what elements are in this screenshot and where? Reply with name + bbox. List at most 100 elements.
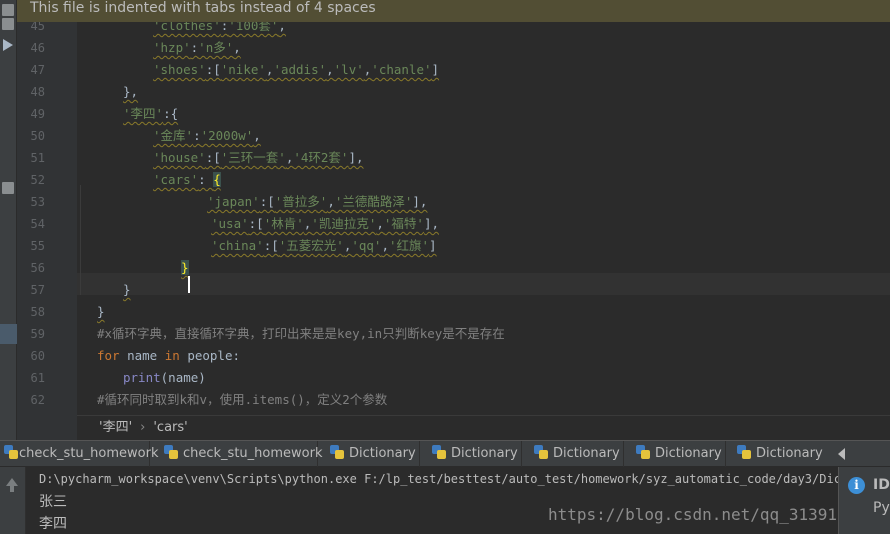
text-cursor	[188, 276, 190, 293]
line-number: 46	[30, 41, 45, 55]
code-token: '2000w'	[200, 128, 254, 143]
line-number: 59	[30, 327, 45, 341]
run-tab[interactable]: Dictionary	[420, 441, 522, 467]
run-command: D:\pycharm_workspace\venv\Scripts\python…	[39, 472, 890, 486]
line-number: 51	[30, 151, 45, 165]
structure-icon[interactable]	[2, 18, 14, 30]
tab-label: Dictionary	[756, 446, 823, 461]
code-line: #循环同时取到k和v，使用.items()，定义2个参数	[97, 389, 387, 411]
code-line: print(name)	[123, 367, 206, 389]
code-token: in	[164, 348, 188, 363]
code-line: },	[123, 81, 138, 103]
run-icon[interactable]	[3, 39, 13, 51]
code-token: :[	[205, 62, 221, 77]
tab-label: Dictionary	[553, 446, 620, 461]
run-tab[interactable]: Dictionary	[726, 441, 830, 467]
code-token: :[	[205, 150, 221, 165]
code-line: 'china':['五菱宏光','qq','红旗']	[211, 235, 437, 257]
code-token: 'n多'	[198, 40, 234, 55]
breadcrumb: '李四' › 'cars'	[77, 415, 890, 440]
line-number: 58	[30, 305, 45, 319]
code-token: '4环2套'	[293, 150, 349, 165]
up-arrow-icon[interactable]	[6, 478, 18, 486]
code-line: }	[97, 301, 105, 323]
favorites-icon[interactable]	[2, 182, 14, 194]
code-token: #循环同时取到k和v，使用.items()，定义2个参数	[97, 392, 388, 407]
code-token: 'hzp'	[153, 40, 191, 55]
line-number: 62	[30, 393, 45, 407]
code-token: ]	[429, 238, 437, 253]
gutter-footer	[17, 415, 77, 440]
code-token: 'lv'	[333, 62, 364, 77]
code-token: '李四'	[123, 106, 164, 121]
code-token: 'china'	[211, 238, 264, 253]
notification-popup[interactable]: i ID Py	[838, 467, 890, 534]
code-token: },	[123, 84, 139, 99]
line-number: 57	[30, 283, 45, 297]
up-arrow-stem	[10, 486, 14, 492]
code-line: '金库':'2000w',	[153, 125, 261, 147]
code-token: ],	[348, 150, 364, 165]
code-line: 'hzp':'n多',	[153, 37, 241, 59]
code-token: 'qq'	[351, 238, 382, 253]
run-tab[interactable]: check_stu_homework	[0, 441, 158, 467]
python-file-icon	[636, 445, 650, 459]
line-number: 53	[30, 195, 45, 209]
python-file-icon	[737, 445, 751, 459]
code-token: name	[127, 348, 165, 363]
line-number: 55	[30, 239, 45, 253]
code-line: 'usa':['林肯','凯迪拉克','福特'],	[211, 213, 439, 235]
code-token: 'chanle'	[371, 62, 432, 77]
console-output-line: 李四	[39, 516, 67, 532]
code-token: ,	[326, 62, 334, 77]
code-token: 'addis'	[273, 62, 327, 77]
code-token: ,	[376, 216, 384, 231]
code-token: '金库'	[153, 128, 194, 143]
scroll-tabs-left-icon[interactable]	[838, 448, 845, 460]
code-token: '林肯'	[263, 216, 304, 231]
code-token: 'japan'	[207, 194, 260, 209]
code-token: {	[213, 172, 221, 187]
line-number-gutter: 44454647484950515253545556575859606162	[17, 0, 97, 415]
run-tab[interactable]: Dictionary	[624, 441, 726, 467]
code-token: ],	[412, 194, 428, 209]
code-token: ],	[423, 216, 440, 231]
code-line: 'cars': {	[153, 169, 221, 191]
code-token: '红旗'	[388, 238, 430, 253]
code-token: 'nike'	[220, 62, 266, 77]
indentation-warning-banner: This file is indented with tabs instead …	[17, 0, 890, 22]
code-token: 'house'	[153, 150, 206, 165]
tab-label: Dictionary	[451, 446, 518, 461]
run-tab[interactable]: check_stu_homework	[150, 441, 322, 467]
code-token: :[	[259, 194, 275, 209]
code-token: :[	[263, 238, 279, 253]
line-number: 54	[30, 217, 45, 231]
run-tab[interactable]: Dictionary	[522, 441, 624, 467]
python-file-icon	[164, 445, 178, 459]
code-token: people:	[187, 348, 241, 363]
info-icon: i	[848, 477, 865, 494]
code-token: '凯迪拉克'	[311, 216, 377, 231]
line-number: 49	[30, 107, 45, 121]
code-token: ,	[233, 40, 241, 55]
line-number: 61	[30, 371, 45, 385]
line-number: 52	[30, 173, 45, 187]
strip-selection	[0, 324, 17, 344]
python-file-icon	[534, 445, 548, 459]
code-line: '李四':{	[123, 103, 178, 125]
breadcrumb-separator-icon: ›	[140, 420, 146, 435]
breadcrumb-item[interactable]: '李四'	[99, 420, 132, 435]
code-editor[interactable]: 'money':200000,'clothes':'100套','hzp':'n…	[77, 0, 890, 415]
code-token: 'shoes'	[153, 62, 206, 77]
code-line: 'japan':['普拉多','兰德酷路泽'],	[207, 191, 427, 213]
code-token: '三环一套'	[220, 150, 286, 165]
code-token: :	[198, 172, 214, 187]
run-tab[interactable]: Dictionary	[318, 441, 420, 467]
code-line: #x循环字典，直接循环字典，打印出来是是key,in只判断key是不是存在	[97, 323, 505, 345]
breadcrumb-item[interactable]: 'cars'	[153, 420, 187, 435]
project-icon[interactable]	[2, 4, 14, 16]
code-token: for	[97, 348, 128, 363]
current-line-highlight	[77, 273, 890, 295]
tab-label: check_stu_homework	[19, 446, 159, 461]
code-token: ,	[381, 238, 389, 253]
